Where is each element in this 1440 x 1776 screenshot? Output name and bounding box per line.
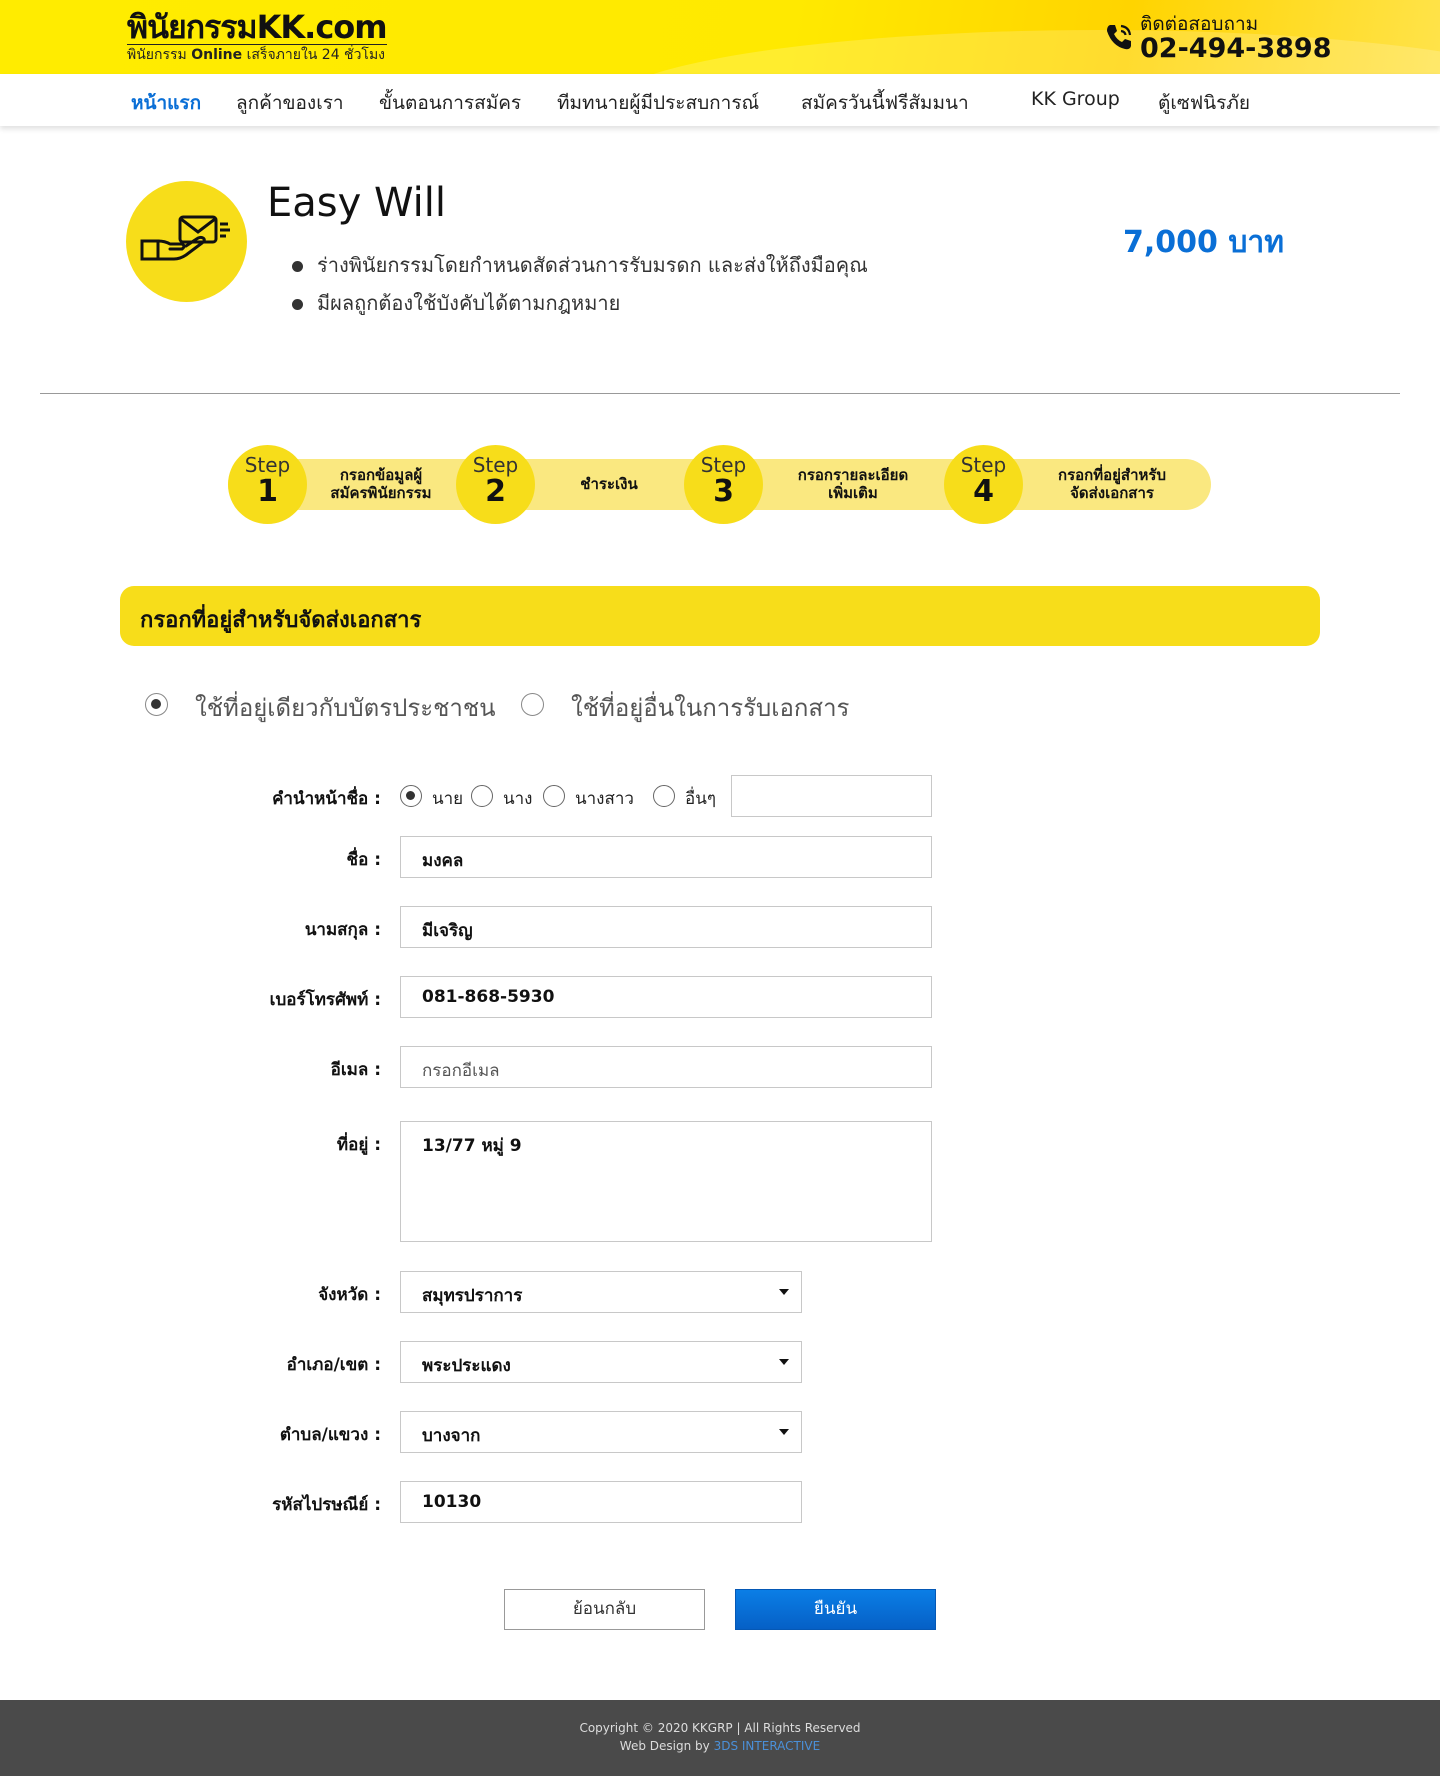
- step-label-line: เพิ่มเติม: [828, 484, 878, 502]
- section-divider: [40, 393, 1400, 394]
- top-header-bar: พินัยกรรมKK.com พินัยกรรม Online เสร็จภา…: [0, 0, 1440, 74]
- section-title: กรอกที่อยู่สำหรับจัดส่งเอกสาร: [140, 608, 422, 633]
- last-name-label: นามสกุล :: [304, 920, 381, 940]
- nav-item-seminar[interactable]: สมัครวันนี้ฟรีสัมมนา: [801, 88, 969, 118]
- footer-credit: Web Design by 3DS INTERACTIVE: [0, 1737, 1440, 1755]
- step-3-circle: Step 3: [684, 445, 763, 524]
- district-label: อำเภอ/เขต :: [286, 1355, 381, 1375]
- first-name-input[interactable]: มงคล: [400, 836, 932, 878]
- prefix-miss-radio[interactable]: [543, 785, 565, 807]
- step-number: 3: [713, 474, 734, 509]
- district-value: พระประแดง: [422, 1356, 511, 1376]
- main-nav: หน้าแรก ลูกค้าของเรา ขั้นตอนการสมัคร ทีม…: [0, 74, 1440, 126]
- step-label-line: กรอกที่อยู่สำหรับ: [1058, 466, 1166, 484]
- step-label-line: กรอกข้อมูลผู้: [339, 466, 423, 484]
- address-same-label[interactable]: ใช้ที่อยู่เดียวกับบัตรประชาชน: [195, 688, 496, 727]
- footer-credit-link[interactable]: 3DS INTERACTIVE: [714, 1739, 821, 1753]
- step-label-line: ชำระเงิน: [580, 475, 638, 493]
- prefix-mrs-radio[interactable]: [471, 785, 493, 807]
- email-label: อีเมล :: [330, 1060, 381, 1080]
- step-label-line: จัดส่งเอกสาร: [1070, 484, 1154, 502]
- product-price: 7,000 บาท: [1123, 225, 1285, 260]
- address-textarea[interactable]: 13/77 หมู่ 9: [400, 1121, 932, 1242]
- address-label: ที่อยู่ :: [336, 1135, 381, 1155]
- step-word: Step: [700, 453, 747, 477]
- step-number: 2: [485, 474, 506, 509]
- step-2-label: ชำระเงิน: [535, 475, 683, 493]
- prefix-other-radio[interactable]: [653, 785, 675, 807]
- logo-title: พินัยกรรมKK.com: [127, 8, 388, 46]
- province-select[interactable]: สมุทรปราการ: [400, 1271, 802, 1313]
- nav-item-lawyers[interactable]: ทีมทนายผู้มีประสบการณ์: [557, 88, 759, 118]
- section-header: กรอกที่อยู่สำหรับจัดส่งเอกสาร: [120, 586, 1320, 646]
- step-1-circle: Step 1: [228, 445, 307, 524]
- province-value: สมุทรปราการ: [422, 1286, 523, 1306]
- address-other-radio[interactable]: [521, 693, 544, 716]
- step-word: Step: [472, 453, 519, 477]
- step-2-circle: Step 2: [456, 445, 535, 524]
- envelope-hand-icon: [140, 215, 230, 261]
- subdistrict-value: บางจาก: [422, 1426, 481, 1446]
- footer-credit-prefix: Web Design by: [619, 1739, 710, 1753]
- step-label-line: สมัครพินัยกรรม: [330, 484, 432, 502]
- prefix-option-label[interactable]: นางสาว: [575, 785, 634, 812]
- nav-item-kk-group[interactable]: KK Group: [1031, 88, 1120, 110]
- product-icon-circle: [126, 181, 247, 302]
- step-word: Step: [244, 453, 291, 477]
- nav-item-apply-steps[interactable]: ขั้นตอนการสมัคร: [379, 88, 521, 118]
- feature-item: มีผลถูกต้องใช้บังคับได้ตามกฎหมาย: [292, 284, 868, 322]
- phone-icon: [1107, 24, 1132, 50]
- step-number: 1: [257, 474, 278, 509]
- chevron-down-icon: [779, 1289, 789, 1295]
- nav-item-safe[interactable]: ตู้เซฟนิรภัย: [1158, 88, 1250, 118]
- prefix-mr-radio[interactable]: [400, 785, 422, 807]
- subdistrict-label: ตำบล/แขวง :: [279, 1425, 381, 1445]
- prefix-option-label[interactable]: นาย: [432, 785, 463, 812]
- logo-tagline: พินัยกรรม Online เสร็จภายใน 24 ชั่วโมง: [127, 44, 387, 64]
- tagline-suffix: เสร็จภายใน 24 ชั่วโมง: [246, 47, 386, 63]
- email-input[interactable]: กรอกอีเมล: [400, 1046, 932, 1088]
- step-label-line: กรอกรายละเอียด: [797, 466, 909, 484]
- product-title: Easy Will: [267, 180, 447, 226]
- step-word: Step: [960, 453, 1007, 477]
- postcode-label: รหัสไปรษณีย์ :: [272, 1495, 381, 1515]
- phone-input[interactable]: 081-868-5930: [400, 976, 932, 1018]
- contact-phone-number[interactable]: 02-494-3898: [1140, 34, 1332, 64]
- confirm-button[interactable]: ยืนยัน: [735, 1589, 936, 1630]
- nav-item-customers[interactable]: ลูกค้าของเรา: [236, 88, 344, 118]
- address-other-label[interactable]: ใช้ที่อยู่อื่นในการรับเอกสาร: [571, 688, 849, 727]
- address-same-radio[interactable]: [145, 693, 168, 716]
- first-name-label: ชื่อ :: [346, 850, 381, 870]
- chevron-down-icon: [779, 1429, 789, 1435]
- back-button[interactable]: ย้อนกลับ: [504, 1589, 705, 1630]
- contact-label: ติดต่อสอบถาม: [1140, 13, 1259, 35]
- tagline-prefix: พินัยกรรม: [127, 47, 187, 63]
- district-select[interactable]: พระประแดง: [400, 1341, 802, 1383]
- nav-item-home[interactable]: หน้าแรก: [131, 88, 201, 118]
- subdistrict-select[interactable]: บางจาก: [400, 1411, 802, 1453]
- chevron-down-icon: [779, 1359, 789, 1365]
- prefix-option-label[interactable]: นาง: [503, 785, 532, 812]
- product-features: ร่างพินัยกรรมโดยกำหนดสัดส่วนการรับมรดก แ…: [292, 246, 868, 322]
- step-number: 4: [973, 474, 994, 509]
- footer: Copyright © 2020 KKGRP | All Rights Rese…: [0, 1700, 1440, 1776]
- prefix-label: คำนำหน้าชื่อ :: [272, 789, 381, 809]
- phone-label: เบอร์โทรศัพท์ :: [269, 990, 381, 1010]
- province-label: จังหวัด :: [318, 1285, 381, 1305]
- prefix-other-input[interactable]: [731, 775, 932, 817]
- contact-block[interactable]: ติดต่อสอบถาม 02-494-3898: [1104, 14, 1332, 64]
- tagline-bold: Online: [191, 47, 243, 63]
- postcode-input[interactable]: 10130: [400, 1481, 802, 1523]
- last-name-input[interactable]: มีเจริญ: [400, 906, 932, 948]
- step-4-circle: Step 4: [944, 445, 1023, 524]
- footer-copyright: Copyright © 2020 KKGRP | All Rights Rese…: [579, 1721, 861, 1735]
- step-3-label: กรอกรายละเอียด เพิ่มเติม: [763, 466, 943, 502]
- feature-item: ร่างพินัยกรรมโดยกำหนดสัดส่วนการรับมรดก แ…: [292, 246, 868, 284]
- step-1-label: กรอกข้อมูลผู้ สมัครพินัยกรรม: [306, 466, 456, 502]
- step-4-label: กรอกที่อยู่สำหรับ จัดส่งเอกสาร: [1023, 466, 1201, 502]
- site-logo[interactable]: พินัยกรรมKK.com พินัยกรรม Online เสร็จภา…: [127, 8, 388, 64]
- prefix-option-label[interactable]: อื่นๆ: [685, 785, 716, 812]
